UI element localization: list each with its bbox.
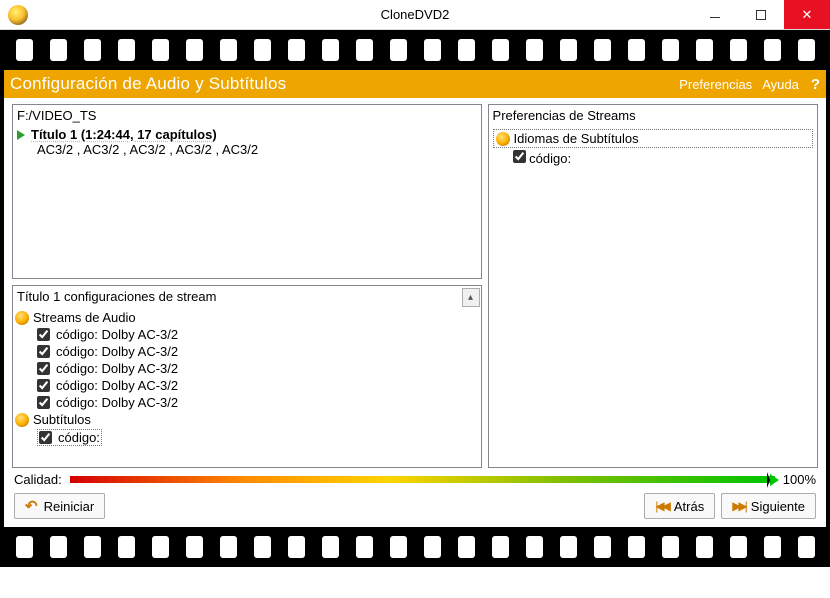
filmstrip-top bbox=[0, 30, 830, 70]
audio-stream-label: código: Dolby AC-3/2 bbox=[56, 344, 178, 359]
audio-stream-item[interactable]: código: Dolby AC-3/2 bbox=[15, 343, 477, 360]
audio-stream-item[interactable]: código: Dolby AC-3/2 bbox=[15, 394, 477, 411]
stream-config-panel: Título 1 configuraciones de stream ▴ Str… bbox=[12, 285, 482, 468]
stream-config-header: Título 1 configuraciones de stream bbox=[13, 286, 462, 308]
reset-icon: ↶ bbox=[25, 497, 38, 515]
app-icon bbox=[8, 5, 28, 25]
fast-forward-icon bbox=[732, 499, 745, 513]
quality-row: Calidad: 100% bbox=[4, 472, 826, 493]
audio-stream-item[interactable]: código: Dolby AC-3/2 bbox=[15, 326, 477, 343]
filmstrip-bottom bbox=[0, 527, 830, 567]
window-minimize-button[interactable] bbox=[692, 0, 738, 29]
scroll-up-button[interactable]: ▴ bbox=[462, 288, 480, 307]
subtitle-languages-icon bbox=[496, 132, 510, 146]
subtitle-languages-label: Idiomas de Subtítulos bbox=[514, 131, 639, 146]
subtitles-label: Subtítulos bbox=[33, 412, 91, 427]
play-icon bbox=[17, 130, 25, 140]
reset-button[interactable]: ↶ Reiniciar bbox=[14, 493, 105, 519]
quality-label: Calidad: bbox=[14, 472, 62, 487]
subtitle-label: código: bbox=[58, 430, 100, 445]
pref-subtitle-label: código: bbox=[529, 151, 571, 166]
reset-button-label: Reiniciar bbox=[44, 499, 95, 514]
audio-icon bbox=[15, 311, 29, 325]
preferences-link[interactable]: Preferencias bbox=[679, 77, 752, 92]
rewind-icon bbox=[655, 499, 668, 513]
quality-value: 100% bbox=[783, 472, 816, 487]
quality-bar bbox=[70, 476, 775, 483]
next-button[interactable]: Siguiente bbox=[721, 493, 816, 519]
title-row[interactable]: Título 1 (1:24:44, 17 capítulos) bbox=[13, 125, 481, 142]
back-button[interactable]: Atrás bbox=[644, 493, 715, 519]
window-maximize-button[interactable] bbox=[738, 0, 784, 29]
audio-stream-label: código: Dolby AC-3/2 bbox=[56, 327, 178, 342]
help-icon[interactable]: ? bbox=[811, 76, 820, 93]
subtitle-checkbox[interactable] bbox=[39, 431, 52, 444]
audio-stream-label: código: Dolby AC-3/2 bbox=[56, 395, 178, 410]
audio-stream-item[interactable]: código: Dolby AC-3/2 bbox=[15, 377, 477, 394]
help-link[interactable]: Ayuda bbox=[762, 77, 799, 92]
audio-stream-checkbox[interactable] bbox=[37, 328, 50, 341]
audio-stream-checkbox[interactable] bbox=[37, 345, 50, 358]
page-header: Configuración de Audio y Subtítulos Pref… bbox=[4, 70, 826, 98]
stream-preferences-panel: Preferencias de Streams Idiomas de Subtí… bbox=[488, 104, 818, 468]
audio-stream-label: código: Dolby AC-3/2 bbox=[56, 361, 178, 376]
source-path: F:/VIDEO_TS bbox=[13, 105, 481, 125]
subtitle-languages-row[interactable]: Idiomas de Subtítulos bbox=[493, 129, 813, 148]
title-label: Título 1 (1:24:44, 17 capítulos) bbox=[31, 127, 217, 142]
window-titlebar: CloneDVD2 ✕ bbox=[0, 0, 830, 30]
page-title: Configuración de Audio y Subtítulos bbox=[10, 74, 286, 94]
audio-stream-label: código: Dolby AC-3/2 bbox=[56, 378, 178, 393]
audio-stream-checkbox[interactable] bbox=[37, 396, 50, 409]
pref-subtitle-item[interactable]: código: bbox=[493, 150, 813, 166]
back-button-label: Atrás bbox=[674, 499, 704, 514]
audio-streams-label: Streams de Audio bbox=[33, 310, 136, 325]
audio-stream-item[interactable]: código: Dolby AC-3/2 bbox=[15, 360, 477, 377]
title-codecs: AC3/2 , AC3/2 , AC3/2 , AC3/2 , AC3/2 bbox=[13, 142, 481, 157]
audio-streams-category[interactable]: Streams de Audio bbox=[15, 309, 477, 326]
source-panel: F:/VIDEO_TS Título 1 (1:24:44, 17 capítu… bbox=[12, 104, 482, 279]
subtitles-icon bbox=[15, 413, 29, 427]
subtitle-item[interactable]: código: bbox=[15, 428, 477, 447]
stream-preferences-header: Preferencias de Streams bbox=[489, 105, 817, 127]
next-button-label: Siguiente bbox=[751, 499, 805, 514]
audio-stream-checkbox[interactable] bbox=[37, 379, 50, 392]
pref-subtitle-checkbox[interactable] bbox=[513, 150, 526, 163]
subtitles-category[interactable]: Subtítulos bbox=[15, 411, 477, 428]
audio-stream-checkbox[interactable] bbox=[37, 362, 50, 375]
window-close-button[interactable]: ✕ bbox=[784, 0, 830, 29]
